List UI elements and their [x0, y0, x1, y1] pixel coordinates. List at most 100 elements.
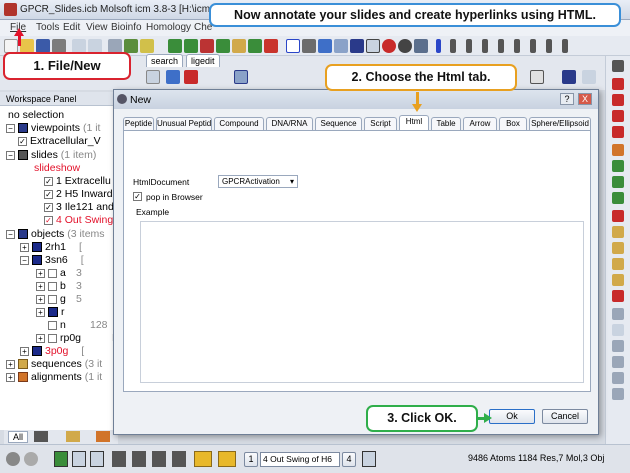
camera-icon[interactable] — [172, 451, 186, 467]
tree-viewpoint-item[interactable]: ✓ Extracellular_V — [18, 135, 101, 147]
tool-icon[interactable] — [108, 39, 122, 53]
color-icon[interactable] — [382, 39, 396, 53]
tool-icon[interactable] — [166, 70, 180, 84]
tree-chain-n[interactable]: n 128 — [36, 319, 108, 331]
collapse-icon[interactable]: − — [20, 255, 29, 265]
tree-chain-r[interactable]: + r — [36, 306, 65, 318]
slide-icon[interactable] — [90, 451, 104, 467]
camera-icon[interactable] — [152, 451, 166, 467]
menu-homology[interactable]: Homology — [146, 22, 191, 33]
tree-chain-a[interactable]: + a 3 — [36, 267, 82, 279]
tool-icon[interactable] — [612, 308, 624, 320]
align-icon[interactable] — [466, 39, 472, 53]
collapse-icon[interactable]: − — [6, 123, 15, 133]
display-icon[interactable] — [302, 39, 316, 53]
tool-icon[interactable] — [248, 39, 262, 53]
tree-slide-4[interactable]: ✓ 4 Out Swing — [44, 214, 113, 226]
tool-icon[interactable] — [612, 126, 624, 138]
tool-icon[interactable] — [582, 70, 596, 84]
page-number[interactable]: 1 — [244, 452, 258, 467]
tool-icon[interactable] — [168, 39, 182, 53]
display-icon[interactable] — [286, 39, 300, 53]
tool-icon[interactable] — [530, 70, 544, 84]
tool-icon[interactable] — [200, 39, 214, 53]
tool-icon[interactable] — [612, 160, 624, 172]
checkbox-icon[interactable] — [48, 333, 57, 343]
tree-slide-1[interactable]: ✓ 1 Extracellu — [44, 175, 111, 187]
tab-structure-icon[interactable] — [34, 431, 48, 442]
align-icon[interactable] — [514, 39, 520, 53]
open-folder-icon[interactable] — [20, 39, 34, 53]
checkbox-icon[interactable] — [48, 268, 57, 278]
slide-select[interactable]: 4 Out Swing of H6 — [260, 452, 340, 467]
tool-icon[interactable] — [612, 242, 624, 254]
tab-html[interactable]: Html — [399, 115, 429, 131]
display-icon[interactable] — [350, 39, 364, 53]
expand-icon[interactable]: + — [20, 242, 29, 252]
example-textarea[interactable] — [140, 221, 584, 383]
checkbox-icon[interactable]: ✓ — [44, 189, 53, 199]
tab-script[interactable]: Script — [364, 117, 397, 130]
help-button[interactable]: ? — [560, 93, 574, 105]
tool-icon[interactable] — [612, 372, 624, 384]
save-icon[interactable] — [36, 39, 50, 53]
checkbox-icon[interactable] — [48, 281, 57, 291]
tab-table[interactable]: Table — [431, 117, 461, 130]
expand-icon[interactable]: + — [36, 268, 45, 278]
tool-icon[interactable] — [612, 210, 624, 222]
tree-object-3sn6[interactable]: − 3sn6 [ — [20, 254, 84, 266]
stop-icon[interactable] — [6, 452, 20, 466]
expand-icon[interactable]: + — [6, 359, 15, 369]
camera-icon[interactable] — [112, 451, 126, 467]
slide-icon[interactable] — [54, 451, 68, 467]
html-document-select[interactable]: GPCRActivation ▾ — [218, 175, 298, 188]
tool-icon[interactable] — [612, 110, 624, 122]
slide-icon[interactable] — [362, 451, 376, 467]
tool-icon[interactable] — [612, 144, 624, 156]
checkbox-icon[interactable]: ✓ — [44, 176, 53, 186]
expand-icon[interactable]: + — [36, 294, 45, 304]
align-icon[interactable] — [562, 39, 568, 53]
tab-search[interactable]: search — [146, 54, 184, 67]
align-icon[interactable] — [530, 39, 536, 53]
tool-icon[interactable] — [232, 39, 246, 53]
tool-icon[interactable] — [612, 258, 624, 270]
slide-number[interactable]: 4 — [342, 452, 356, 467]
tab-sequence-icon[interactable] — [66, 431, 80, 442]
tool-icon[interactable] — [612, 78, 624, 90]
undo-icon[interactable] — [72, 39, 86, 53]
settings-icon[interactable] — [52, 39, 66, 53]
tool-icon[interactable] — [612, 356, 624, 368]
redo-icon[interactable] — [88, 39, 102, 53]
popup-checkbox[interactable]: ✓ — [133, 192, 142, 201]
tree-object-3p0g[interactable]: +3p0g [ — [20, 345, 84, 357]
record-icon[interactable] — [24, 452, 38, 466]
tool-icon[interactable] — [184, 70, 198, 84]
tool-icon[interactable] — [612, 274, 624, 286]
align-icon[interactable] — [450, 39, 456, 53]
camera-icon[interactable] — [132, 451, 146, 467]
display-icon[interactable] — [334, 39, 348, 53]
expand-icon[interactable]: + — [36, 307, 45, 317]
arrow-right-icon[interactable] — [218, 451, 236, 467]
arrow-left-icon[interactable] — [194, 451, 212, 467]
tree-chain-b[interactable]: + b 3 — [36, 280, 82, 292]
tool-icon[interactable] — [234, 70, 248, 84]
tool-icon[interactable] — [124, 39, 138, 53]
tree-chain-g[interactable]: + g 5 — [36, 293, 82, 305]
checkbox-icon[interactable]: ✓ — [44, 215, 53, 225]
tab-compound[interactable]: Compound — [214, 117, 264, 130]
tool-icon[interactable] — [184, 39, 198, 53]
align-icon[interactable] — [436, 39, 441, 53]
tab-ligedit[interactable]: ligedit — [186, 54, 220, 67]
tool-icon[interactable] — [264, 39, 278, 53]
new-file-icon[interactable] — [4, 39, 18, 53]
tool-icon[interactable] — [612, 60, 624, 72]
menu-bioinfo[interactable]: Bioinfo — [111, 22, 142, 33]
tool-icon[interactable] — [612, 226, 624, 238]
tool-icon[interactable] — [612, 94, 624, 106]
tree-slide-2[interactable]: ✓ 2 H5 Inward — [44, 188, 113, 200]
tree-slides[interactable]: − slides (1 item) — [6, 149, 96, 161]
menu-view[interactable]: View — [86, 22, 108, 33]
tree-chain-rp0g[interactable]: +rp0gH — [36, 332, 120, 344]
